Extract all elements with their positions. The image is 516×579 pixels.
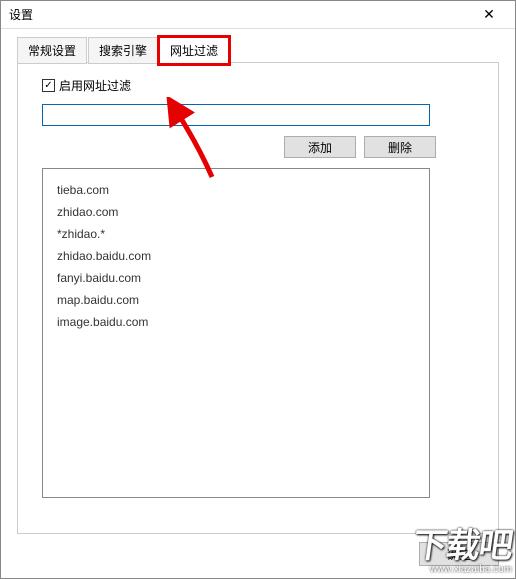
list-item[interactable]: zhidao.baidu.com — [57, 245, 415, 267]
enable-filter-label: 启用网址过滤 — [59, 77, 131, 94]
tab-label: 网址过滤 — [170, 44, 218, 58]
delete-button[interactable]: 删除 — [364, 136, 436, 158]
list-item[interactable]: map.baidu.com — [57, 289, 415, 311]
window-title: 设置 — [9, 6, 469, 23]
tab-label: 常规设置 — [28, 44, 76, 58]
tab-search-engine[interactable]: 搜索引擎 — [88, 37, 158, 64]
url-listbox[interactable]: tieba.comzhidao.com*zhidao.*zhidao.baidu… — [42, 168, 430, 498]
button-label: 添加 — [308, 139, 332, 156]
list-item[interactable]: tieba.com — [57, 179, 415, 201]
tab-url-filter[interactable]: 网址过滤 — [159, 37, 229, 64]
titlebar: 设置 ✕ — [1, 1, 515, 29]
enable-filter-checkbox[interactable]: ✓ — [42, 79, 55, 92]
add-button[interactable]: 添加 — [284, 136, 356, 158]
close-icon: ✕ — [483, 6, 495, 23]
close-button[interactable]: ✕ — [469, 3, 509, 27]
enable-filter-row[interactable]: ✓ 启用网址过滤 — [42, 77, 480, 94]
button-label: 删除 — [388, 139, 412, 156]
footer: 确定 — [1, 534, 515, 578]
tab-general[interactable]: 常规设置 — [17, 37, 87, 64]
tab-panel-url-filter: ✓ 启用网址过滤 添加 删除 tieba.comzhidao.com*zhida… — [17, 62, 499, 534]
button-label: 确定 — [447, 546, 471, 563]
list-item[interactable]: zhidao.com — [57, 201, 415, 223]
check-icon: ✓ — [44, 81, 52, 91]
url-input[interactable] — [42, 104, 430, 126]
list-item[interactable]: *zhidao.* — [57, 223, 415, 245]
list-item[interactable]: fanyi.baidu.com — [57, 267, 415, 289]
settings-window: 设置 ✕ 常规设置 搜索引擎 网址过滤 ✓ 启用网址过滤 — [0, 0, 516, 579]
tab-strip: 常规设置 搜索引擎 网址过滤 — [17, 37, 499, 63]
tab-label: 搜索引擎 — [99, 44, 147, 58]
client-area: 常规设置 搜索引擎 网址过滤 ✓ 启用网址过滤 添加 — [1, 29, 515, 534]
list-item[interactable]: image.baidu.com — [57, 311, 415, 333]
ok-button[interactable]: 确定 — [419, 542, 499, 566]
button-row: 添加 删除 — [42, 136, 436, 158]
